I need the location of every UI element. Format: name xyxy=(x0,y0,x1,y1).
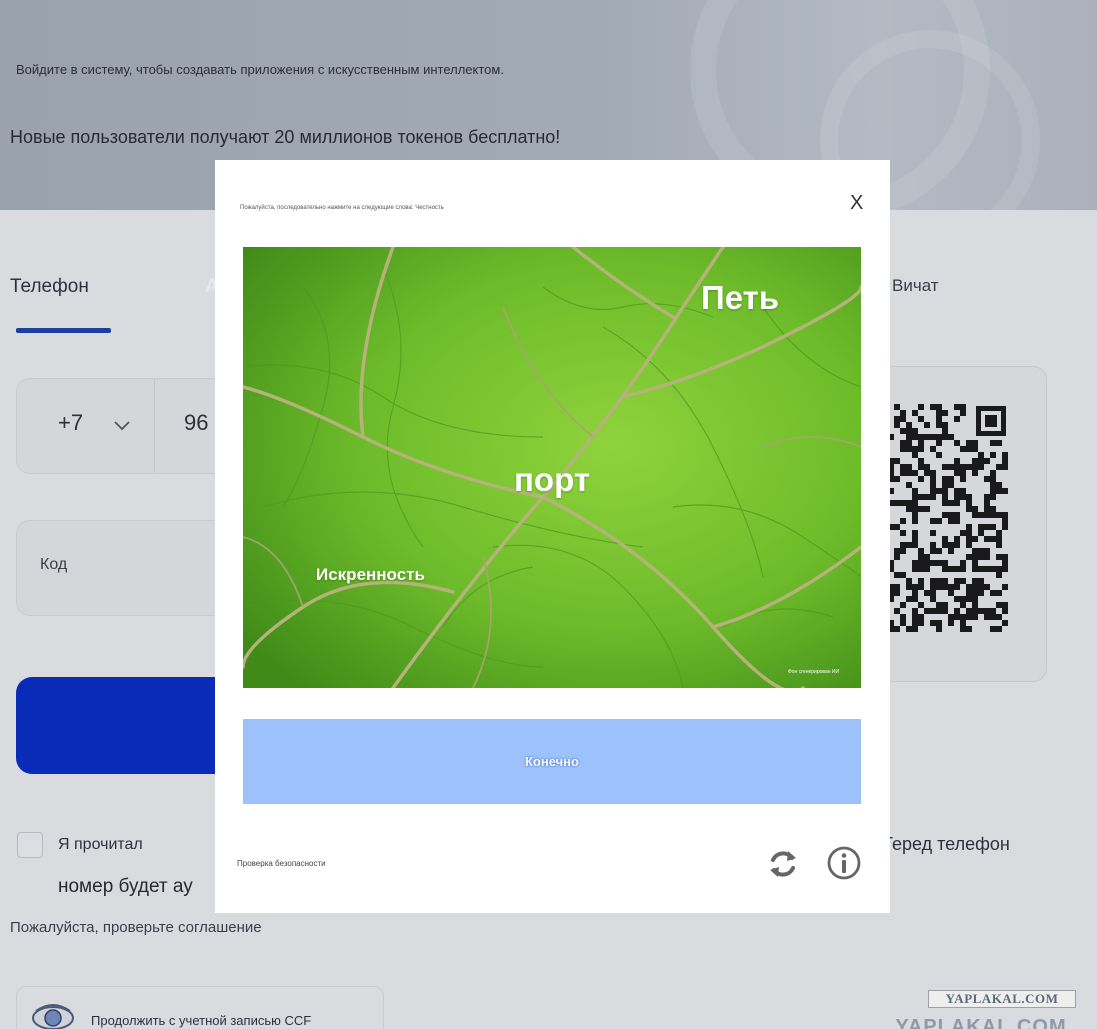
chevron-down-icon[interactable] xyxy=(113,418,131,432)
tab-wechat[interactable]: Вичат xyxy=(892,276,939,296)
agreement-warning: Пожалуйста, проверьте соглашение xyxy=(10,919,262,936)
captcha-word[interactable]: Искренность xyxy=(316,565,425,585)
image-credit: Фон сгенерирован ИИ xyxy=(788,669,840,675)
tab-phone[interactable]: Телефон xyxy=(10,276,89,298)
tab-active-indicator xyxy=(16,328,111,333)
code-input[interactable]: Код xyxy=(40,556,67,574)
captcha-word[interactable]: Петь xyxy=(701,279,779,317)
agreement-text-line2: номер будет ау xyxy=(58,876,193,897)
hero-subtitle: Войдите в систему, чтобы создавать прило… xyxy=(16,62,504,77)
security-check-label: Проверка безопасности xyxy=(237,859,326,868)
ccf-login-label: Продолжить с учетной записью CCF xyxy=(91,1013,312,1028)
agreement-text-right: Теред телефон xyxy=(882,834,1010,854)
watermark-logo: YAPLAKAL.COM xyxy=(928,990,1076,1008)
country-code-select[interactable]: +7 xyxy=(58,410,83,436)
refresh-icon[interactable] xyxy=(765,846,801,882)
info-icon[interactable] xyxy=(826,845,862,881)
captcha-modal: Пожалуйста, последовательно нажмите на с… xyxy=(215,160,890,913)
confirm-button[interactable]: Конечно xyxy=(243,719,861,804)
close-button[interactable]: X xyxy=(850,191,863,215)
watermark-logo-large: YAPLAKAL.COM xyxy=(895,1016,1067,1029)
captcha-image[interactable]: Петь порт Искренность Фон сгенерирован И… xyxy=(243,247,861,688)
hero-promo: Новые пользователи получают 20 миллионов… xyxy=(10,127,561,147)
ccf-logo-icon xyxy=(32,1004,74,1029)
qr-code xyxy=(888,404,1008,632)
phone-divider xyxy=(154,379,155,473)
agreement-text: Я прочитал xyxy=(58,836,143,853)
phone-input[interactable]: 96 xyxy=(184,410,208,436)
captcha-instruction: Пожалуйста, последовательно нажмите на с… xyxy=(240,205,444,211)
captcha-word[interactable]: порт xyxy=(514,461,590,499)
agreement-checkbox[interactable] xyxy=(17,832,43,858)
